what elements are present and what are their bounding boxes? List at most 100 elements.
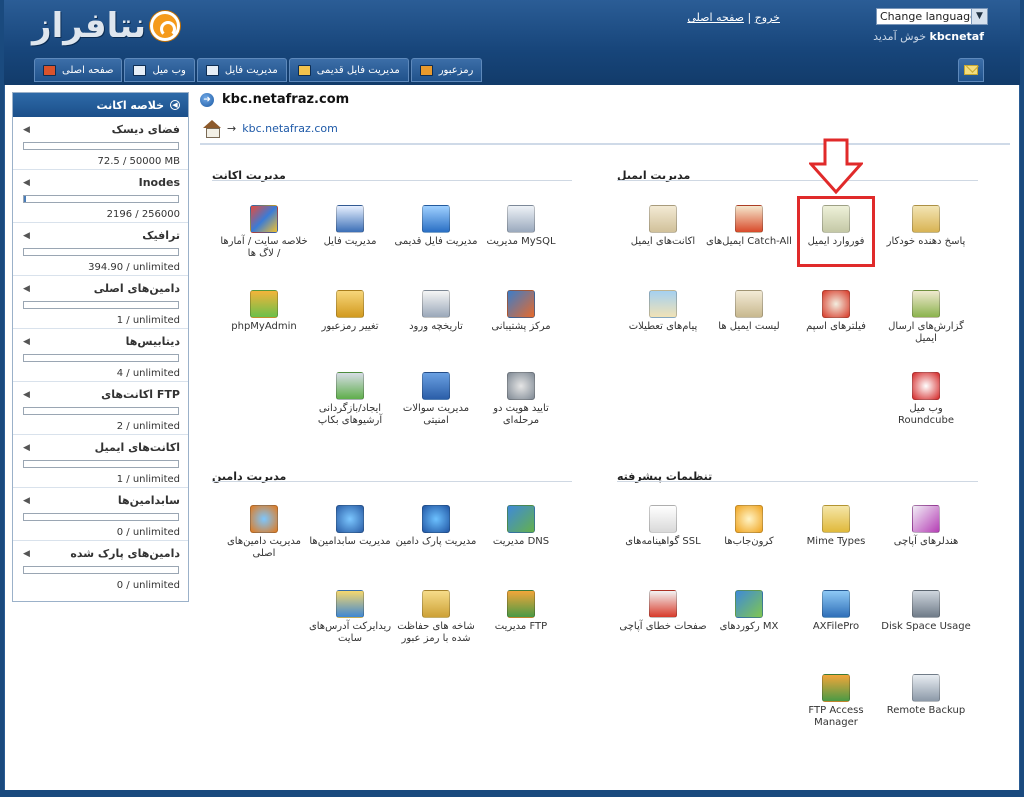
stat-value: 2196 / 256000 [106,209,180,220]
tool-support[interactable]: مرکز پشتیبانی [476,290,566,333]
stat-name: دامین‌های پارک شده [70,547,180,560]
stat-name-row[interactable]: ◀ فضای دیسک [23,123,180,136]
tool-lock[interactable]: تغییر رمزعبور [305,290,395,333]
tool-remote-backup[interactable]: Remote Backup [881,674,971,717]
expand-arrow-icon[interactable]: ◀ [23,178,30,188]
expand-arrow-icon[interactable]: ◀ [23,284,30,294]
tool-label: مدیریت FTP [494,621,548,632]
remote-backup-icon [912,674,940,702]
stat-name-row[interactable]: ◀ Inodes [23,176,180,189]
tool-login-history[interactable]: تاریخچه ورود [391,290,481,333]
vacation-icon [649,290,677,318]
stat-name-row[interactable]: ◀ دامین‌های پارک شده [23,547,180,560]
tool-email-accounts[interactable]: اکانت‌های ایمیل [618,205,708,248]
expand-arrow-icon[interactable]: ◀ [23,337,30,347]
tool-two-factor[interactable]: تایید هویت دو مرحله‌ای [476,372,566,427]
mail-notification-button[interactable] [958,58,984,82]
nav-item-4[interactable]: رمزعبور [410,58,483,82]
home-link[interactable]: صفحه اصلی [687,11,744,24]
tool-file-manager-old[interactable]: مدیریت فایل قدیمی [391,205,481,248]
tool-apache-handler[interactable]: هندلرهای آپاچی [881,505,971,548]
tool-spam-filter[interactable]: فیلترهای اسپم [791,290,881,333]
tool-protected-folder[interactable]: شاخه های حفاظت شده با رمز عبور [391,590,481,645]
tool-label: خلاصه سایت / آمارها / لاگ ها [220,236,308,259]
tool-label: شاخه های حفاظت شده با رمز عبور [397,621,475,644]
tool-disk-usage[interactable]: Disk Space Usage [881,590,971,633]
expand-arrow-icon[interactable]: ◀ [23,125,30,135]
stat-name: دیتابیس‌ها [125,335,180,348]
nav-item-0[interactable]: صفحه اصلی [34,58,123,82]
expand-arrow-icon[interactable]: ◀ [23,390,30,400]
tool-ftp-access[interactable]: FTP Access Manager [791,674,881,729]
tool-redirect[interactable]: ریدایرکت آدرس‌های سایت [305,590,395,645]
tool-security-question[interactable]: مدیریت سوالات امنیتی [391,372,481,427]
tool-label: مرکز پشتیبانی [491,321,551,332]
link-separator: | [747,11,752,24]
tool-autoresponder[interactable]: پاسخ دهنده خودکار [881,205,971,248]
expand-arrow-icon[interactable]: ◀ [23,443,30,453]
stat-name-row[interactable]: ◀ اکانت‌های ایمیل [23,441,180,454]
nav-item-label: رمزعبور [438,64,474,76]
stat-name-row[interactable]: ◀ دیتابیس‌ها [23,335,180,348]
stat-name-row[interactable]: ◀ دامین‌های اصلی [23,282,180,295]
logo[interactable]: نتافراز [32,6,181,46]
mailing-list-icon [735,290,763,318]
email-accounts-icon [649,205,677,233]
tool-label: ریدایرکت آدرس‌های سایت [308,621,392,644]
tool-error-pages[interactable]: صفحات خطای آپاچی [618,590,708,633]
tool-delivery-report[interactable]: گزارش‌های ارسال ایمیل [881,290,971,345]
tool-vacation[interactable]: پیام‌های تعطیلات [618,290,708,333]
tool-mime-types[interactable]: Mime Types [791,505,881,548]
home-icon[interactable] [203,120,221,138]
disk-usage-icon [912,590,940,618]
tool-label: گزارش‌های ارسال ایمیل [888,321,964,344]
stat-name-row[interactable]: ◀ اکانت‌های FTP [23,388,180,401]
account-summary-header[interactable]: خلاصه اکانت ◀ [13,93,188,117]
tool-subdomain[interactable]: مدیریت سابدامین‌ها [305,505,395,548]
tool-mailing-list[interactable]: لیست ایمیل ها [704,290,794,333]
tool-park-domain[interactable]: مدیریت پارک دامین [391,505,481,548]
tool-backup[interactable]: ایجاد/بازگردانی آرشیوهای بکاپ [305,372,395,427]
collapse-icon[interactable]: ◀ [170,100,180,110]
tool-domain[interactable]: مدیریت دامین‌های اصلی [219,505,309,560]
expand-arrow-icon[interactable]: ◀ [23,496,30,506]
tool-cron[interactable]: کرون‌جاب‌ها [704,505,794,548]
envelope-icon [133,64,147,76]
tool-label: کرون‌جاب‌ها [724,536,774,547]
account-summary-panel: خلاصه اکانت ◀ ◀ فضای دیسک 72.5 / 50000 MB ◀… [12,92,189,602]
expand-arrow-icon[interactable]: ◀ [23,231,30,241]
delivery-report-icon [912,290,940,318]
tool-axfilepro[interactable]: AXFilePro [791,590,881,633]
logo-mark-icon [150,11,181,41]
stat-5: ◀ اکانت‌های FTP 2 / unlimited [13,382,188,435]
tool-label: مدیریت پارک دامین [395,536,477,547]
language-select[interactable]: Change language... ▼ [876,8,988,25]
tool-phpmyadmin[interactable]: phpMyAdmin [219,290,309,333]
tool-dns[interactable]: مدیریت DNS [476,505,566,548]
tool-stats[interactable]: خلاصه سایت / آمارها / لاگ ها [219,205,309,260]
tool-mx[interactable]: رکوردهای MX [704,590,794,633]
tool-ssl[interactable]: گواهینامه‌های SSL [618,505,708,548]
tool-catch-all[interactable]: ایمیل‌های Catch-All [704,205,794,248]
stat-name: اکانت‌های ایمیل [94,441,180,454]
tool-file-manager[interactable]: مدیریت فایل [305,205,395,248]
tool-label: Mime Types [806,536,866,547]
stats-icon [250,205,278,233]
tool-label: وب میل Roundcube [898,403,954,426]
nav-item-3[interactable]: مدیریت فایل قدیمی [288,58,409,82]
nav-item-2[interactable]: مدیریت فایل [196,58,287,82]
welcome-text: خوش آمدید kbcnetaf [873,30,984,43]
tool-ftp[interactable]: مدیریت FTP [476,590,566,633]
nav-item-1[interactable]: وب میل [124,58,195,82]
stat-name-row[interactable]: ◀ سابدامین‌ها [23,494,180,507]
apache-handler-icon [912,505,940,533]
stat-name-row[interactable]: ◀ ترافیک [23,229,180,242]
logout-link[interactable]: خروج [755,11,780,24]
tool-database[interactable]: مدیریت MySQL [476,205,566,248]
breadcrumb-domain-link[interactable]: kbc.netafraz.com [242,122,338,135]
tool-roundcube[interactable]: وب میل Roundcube [881,372,971,427]
stat-name: سابدامین‌ها [117,494,180,507]
expand-arrow-icon[interactable]: ◀ [23,549,30,559]
tool-label: ایجاد/بازگردانی آرشیوهای بکاپ [317,403,383,426]
domain-name: kbc.netafraz.com [222,92,350,107]
